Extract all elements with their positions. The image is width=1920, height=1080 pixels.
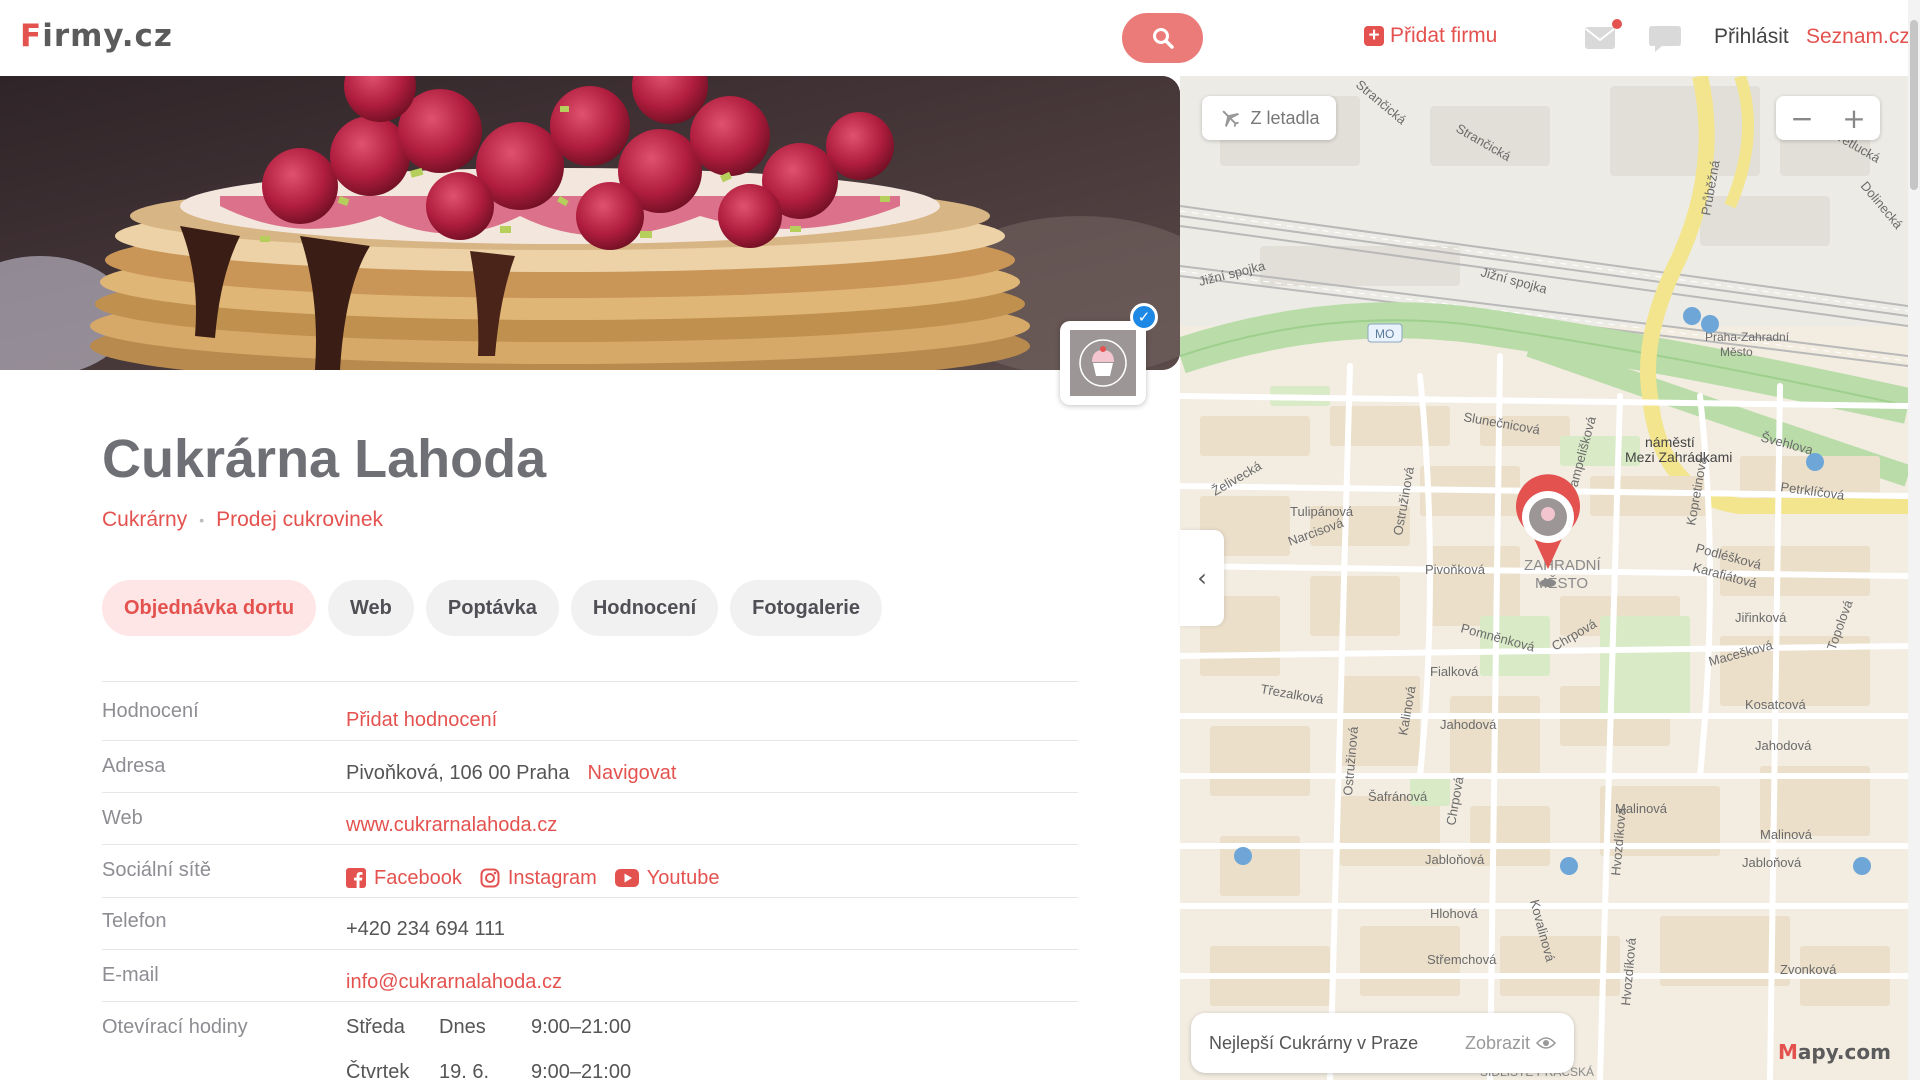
cover-photo[interactable] xyxy=(0,76,1180,370)
tab-gallery[interactable]: Fotogalerie xyxy=(730,580,882,636)
map-view[interactable]: Strančická Strančická Jižní spojka Jižní… xyxy=(1180,76,1908,1080)
svg-text:ZAHRADNÍ: ZAHRADNÍ xyxy=(1524,557,1602,574)
svg-text:Šafránová: Šafránová xyxy=(1368,789,1428,804)
category-link[interactable]: Cukrárny xyxy=(102,508,187,532)
zoom-out-button[interactable]: − xyxy=(1776,96,1828,140)
website-link[interactable]: www.cukrarnalahoda.cz xyxy=(346,814,557,837)
hours-row: Otevírací hodiny Středa Dnes 9:00–21:00 … xyxy=(102,1001,1078,1080)
svg-text:náměstí: náměstí xyxy=(1645,434,1695,450)
seznam-link[interactable]: Seznam.cz xyxy=(1806,25,1910,49)
hours-table: Středa Dnes 9:00–21:00 Čtvrtek 19. 6. 9:… xyxy=(346,1016,631,1080)
svg-text:Tulipánová: Tulipánová xyxy=(1290,504,1354,519)
phone-value[interactable]: +420 234 694 111 xyxy=(346,918,505,941)
email-label: E-mail xyxy=(102,964,159,986)
rating-label: Hodnocení xyxy=(102,700,199,722)
navigate-link[interactable]: Navigovat xyxy=(588,762,677,785)
promo-show-button[interactable]: Zobrazit xyxy=(1465,1033,1556,1054)
tab-rating[interactable]: Hodnocení xyxy=(570,580,719,636)
aerial-view-button[interactable]: Z letadla xyxy=(1202,96,1336,140)
svg-text:Jiřinková: Jiřinková xyxy=(1735,610,1787,625)
address-row: Adresa Pivoňková, 106 00 Praha Navigovat xyxy=(102,740,1078,792)
address-label: Adresa xyxy=(102,755,166,777)
mail-icon[interactable] xyxy=(1584,26,1616,50)
phone-row: Telefon +420 234 694 111 xyxy=(102,897,1078,949)
svg-text:Fialková: Fialková xyxy=(1430,664,1479,679)
cupcake-icon xyxy=(1079,339,1127,387)
category-link[interactable]: Prodej cukrovinek xyxy=(216,508,383,532)
svg-text:Hlohová: Hlohová xyxy=(1430,906,1478,921)
action-tabs: Objednávka dortu Web Poptávka Hodnocení … xyxy=(102,580,882,636)
svg-text:Kosatcová: Kosatcová xyxy=(1745,697,1806,712)
phone-label: Telefon xyxy=(102,910,167,932)
category-separator: • xyxy=(199,512,205,528)
scrollbar-thumb[interactable] xyxy=(1910,20,1918,190)
web-label: Web xyxy=(102,807,143,829)
rating-row: Hodnocení Přidat hodnocení xyxy=(102,681,1078,740)
mapy-logo[interactable]: Mapy.com xyxy=(1778,1040,1891,1064)
add-rating-link[interactable]: Přidat hodnocení xyxy=(346,709,497,732)
hours-time: 9:00–21:00 xyxy=(531,1016,632,1038)
zoom-in-button[interactable]: + xyxy=(1828,96,1880,140)
svg-text:MO: MO xyxy=(1375,327,1394,341)
svg-text:Malinová: Malinová xyxy=(1760,827,1813,842)
tab-web[interactable]: Web xyxy=(328,580,414,636)
svg-text:Jabloňová: Jabloňová xyxy=(1742,855,1802,870)
page-scrollbar[interactable] xyxy=(1908,0,1920,1080)
verified-badge-icon: ✓ xyxy=(1130,303,1158,331)
business-name: Cukrárna Lahoda xyxy=(102,429,547,489)
facebook-icon xyxy=(346,868,366,888)
svg-text:Praha-Zahradní: Praha-Zahradní xyxy=(1705,330,1790,344)
address-value: Pivoňková, 106 00 Praha xyxy=(346,762,570,784)
airplane-icon xyxy=(1223,110,1240,128)
hours-day: Čtvrtek xyxy=(346,1060,410,1080)
zoom-control: − + xyxy=(1776,96,1880,140)
info-table: Hodnocení Přidat hodnocení Adresa Pivoňk… xyxy=(102,681,1078,1080)
instagram-icon xyxy=(480,868,500,888)
youtube-link[interactable]: Youtube xyxy=(614,867,719,890)
tab-inquiry[interactable]: Poptávka xyxy=(425,580,559,636)
search-button[interactable] xyxy=(1122,13,1203,63)
svg-text:Střemchová: Střemchová xyxy=(1427,952,1497,967)
svg-text:Zvonková: Zvonková xyxy=(1780,962,1837,977)
hours-date: Dnes xyxy=(439,1016,486,1038)
svg-text:Mezi Zahrádkami: Mezi Zahrádkami xyxy=(1625,449,1732,465)
tab-order-cake[interactable]: Objednávka dortu xyxy=(102,580,317,636)
notification-dot xyxy=(1612,19,1622,29)
hours-date: 19. 6. xyxy=(439,1060,490,1080)
instagram-link[interactable]: Instagram xyxy=(480,867,597,890)
plus-icon: + xyxy=(1364,26,1384,46)
social-row: Sociální sítě Facebook Instagram Youtube xyxy=(102,844,1078,897)
svg-text:Jahodová: Jahodová xyxy=(1440,717,1497,732)
hours-time: 9:00–21:00 xyxy=(531,1060,632,1080)
chat-icon[interactable] xyxy=(1648,24,1682,54)
login-link[interactable]: Přihlásit xyxy=(1714,25,1789,49)
promo-text: Nejlepší Cukrárny v Praze xyxy=(1209,1032,1419,1053)
aerial-view-label: Z letadla xyxy=(1250,107,1320,128)
email-row: E-mail info@cukrarnalahoda.cz xyxy=(102,949,1078,1001)
collapse-map-button[interactable]: ‹ xyxy=(1180,530,1224,626)
facebook-link[interactable]: Facebook xyxy=(346,867,462,890)
add-firm-label: Přidat firmu xyxy=(1390,24,1498,47)
category-list: Cukrárny • Prodej cukrovinek xyxy=(102,508,383,532)
hours-label: Otevírací hodiny xyxy=(102,1016,248,1038)
svg-text:Pivoňková: Pivoňková xyxy=(1425,562,1486,577)
hours-day: Středa xyxy=(346,1016,405,1038)
add-firm-button[interactable]: + Přidat firmu xyxy=(1364,24,1497,48)
web-row: Web www.cukrarnalahoda.cz xyxy=(102,792,1078,844)
firmy-logo[interactable]: Firmy.cz xyxy=(20,18,173,54)
business-logo[interactable] xyxy=(1060,321,1146,405)
youtube-icon xyxy=(614,869,639,887)
svg-text:Jabloňová: Jabloňová xyxy=(1425,852,1485,867)
search-icon xyxy=(1152,28,1174,49)
email-link[interactable]: info@cukrarnalahoda.cz xyxy=(346,971,562,994)
social-label: Sociální sítě xyxy=(102,859,211,881)
promo-banner[interactable]: Nejlepší Cukrárny v Praze Zobrazit xyxy=(1191,1013,1574,1073)
svg-text:Město: Město xyxy=(1720,345,1753,359)
eye-icon xyxy=(1536,1037,1556,1049)
top-header: Firmy.cz + Přidat firmu Přihlásit Seznam… xyxy=(0,0,1920,76)
svg-text:Jahodová: Jahodová xyxy=(1755,738,1812,753)
